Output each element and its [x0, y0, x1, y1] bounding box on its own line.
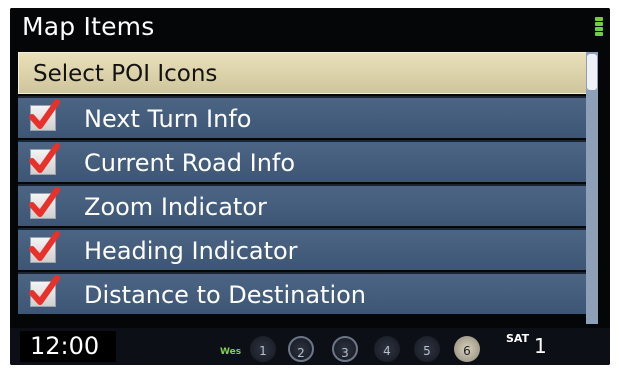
- preset-button-3[interactable]: 3: [332, 336, 358, 362]
- list-item-zoom-indicator[interactable]: Zoom Indicator: [18, 184, 590, 226]
- list-item-label: Heading Indicator: [84, 237, 298, 265]
- checkbox-checked-icon[interactable]: [29, 187, 60, 219]
- channel-number: 1: [534, 334, 547, 358]
- scrollbar[interactable]: [586, 52, 598, 324]
- list-item-label: Distance to Destination: [84, 281, 367, 309]
- list-item-next-turn-info[interactable]: Next Turn Info: [18, 96, 590, 138]
- source-badge: Wes: [220, 347, 242, 357]
- scrollbar-thumb[interactable]: [587, 54, 597, 90]
- checkbox-checked-icon[interactable]: [29, 143, 60, 175]
- list-header[interactable]: Select POI Icons: [18, 52, 590, 94]
- clock: 12:00: [20, 331, 116, 362]
- checkbox-checked-icon[interactable]: [29, 231, 60, 263]
- preset-button-2[interactable]: 2: [288, 336, 314, 362]
- list-item-heading-indicator[interactable]: Heading Indicator: [18, 228, 590, 270]
- checkbox-checked-icon[interactable]: [29, 99, 60, 131]
- preset-button-4[interactable]: 4: [374, 336, 400, 362]
- page-title: Map Items: [22, 12, 155, 41]
- list-header-label: Select POI Icons: [33, 61, 218, 87]
- map-items-list: Select POI Icons Next Turn Info Current …: [18, 52, 598, 324]
- preset-button-5[interactable]: 5: [414, 336, 440, 362]
- preset-button-6[interactable]: 6: [454, 336, 480, 362]
- list-item-label: Current Road Info: [84, 149, 296, 177]
- status-bar: 12:00 Wes 1 2 3 4 5 6 SAT 1: [10, 328, 610, 365]
- list-item-label: Zoom Indicator: [84, 193, 267, 221]
- signal-icon: [594, 16, 604, 40]
- list-item-current-road-info[interactable]: Current Road Info: [18, 140, 590, 182]
- list-item-label: Next Turn Info: [84, 105, 252, 133]
- preset-button-1[interactable]: 1: [250, 336, 276, 362]
- nav-screen: Map Items Select POI Icons Next Turn Inf…: [10, 8, 610, 365]
- title-bar: Map Items: [10, 8, 610, 46]
- list-item-distance-to-destination[interactable]: Distance to Destination: [18, 272, 590, 314]
- band-label: SAT: [506, 332, 530, 345]
- checkbox-checked-icon[interactable]: [29, 275, 60, 307]
